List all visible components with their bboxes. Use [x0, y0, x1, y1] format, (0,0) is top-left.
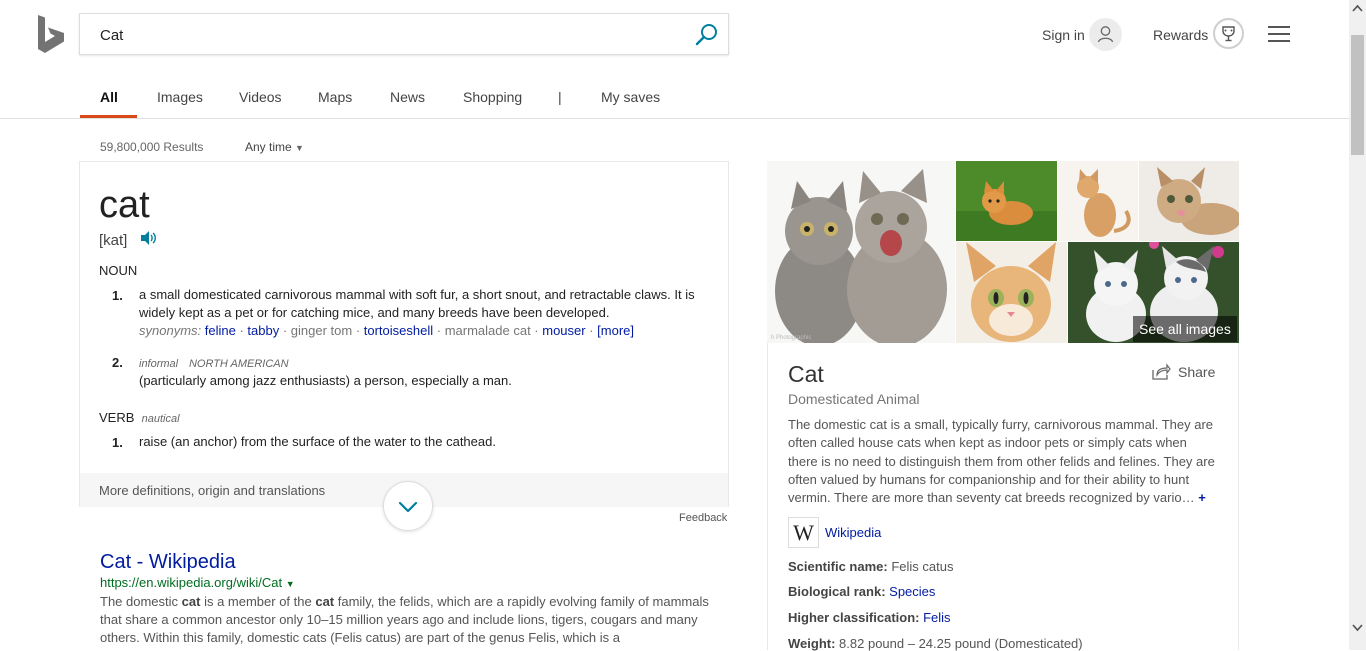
- tab-maps[interactable]: Maps: [318, 89, 352, 105]
- sign-in-link[interactable]: Sign in: [1042, 27, 1085, 43]
- snippet-text: is a member of the: [200, 594, 316, 609]
- synonym-text: marmalade cat: [444, 323, 531, 338]
- rewards-trophy-icon[interactable]: [1213, 18, 1244, 49]
- fact-value-link[interactable]: Species: [889, 584, 935, 599]
- synonym-text: ginger tom: [290, 323, 353, 338]
- time-filter-dropdown[interactable]: Any time ▼: [245, 140, 304, 154]
- scroll-up-icon[interactable]: [1352, 3, 1363, 14]
- tab-separator: |: [558, 89, 562, 105]
- definition-number: 1.: [112, 288, 123, 303]
- chevron-down-icon: [398, 501, 418, 513]
- result-snippet: The domestic cat is a member of the cat …: [100, 593, 720, 647]
- verb-label: VERB: [99, 410, 135, 425]
- verb-line: VERB nautical: [99, 410, 180, 425]
- tab-shopping[interactable]: Shopping: [463, 89, 522, 105]
- cat-image-two-kittens[interactable]: h Photographic: [767, 161, 955, 343]
- time-filter-label: Any time: [245, 140, 292, 154]
- menu-icon[interactable]: [1268, 26, 1290, 44]
- definition-number: 2.: [112, 355, 123, 370]
- wikipedia-source-link[interactable]: Wikipedia: [825, 525, 881, 540]
- synonyms-line: synonyms: feline · tabby · ginger tom · …: [139, 323, 635, 338]
- usage-labels: informal NORTH AMERICAN: [139, 354, 709, 373]
- snippet-highlight: cat: [181, 594, 201, 609]
- synonym-link[interactable]: tortoiseshell: [364, 323, 433, 338]
- dictionary-word: cat: [99, 184, 150, 226]
- synonym-link[interactable]: tabby: [247, 323, 279, 338]
- bing-logo-icon[interactable]: [38, 15, 64, 53]
- more-definitions-link[interactable]: More definitions, origin and translation…: [99, 483, 325, 498]
- scroll-down-icon[interactable]: [1352, 622, 1363, 633]
- speaker-icon[interactable]: [140, 230, 158, 246]
- synonym-link[interactable]: mouser: [542, 323, 585, 338]
- entity-description-text: The domestic cat is a small, typically f…: [788, 417, 1215, 506]
- image-watermark: h Photographic: [771, 335, 811, 341]
- header: Cat Sign in Rewards: [0, 0, 1349, 70]
- see-all-images-button[interactable]: See all images: [1133, 316, 1237, 342]
- noun-definition-2: (particularly among jazz enthusiasts) a …: [139, 373, 512, 388]
- fact-label: Scientific name:: [788, 559, 888, 574]
- snippet-text: The domestic: [100, 594, 182, 609]
- page-scrollbar[interactable]: [1349, 0, 1366, 650]
- fact-value: 8.82 pound – 24.25 pound (Domesticated): [839, 636, 1083, 651]
- dictionary-card: cat [kat] NOUN 1. a small domesticated c…: [79, 161, 729, 507]
- entity-description: The domestic cat is a small, typically f…: [788, 416, 1218, 507]
- results-count: 59,800,000 Results: [100, 140, 204, 154]
- fact-value-link[interactable]: Felis: [923, 610, 950, 625]
- result-url[interactable]: https://en.wikipedia.org/wiki/Cat ▼: [100, 575, 295, 590]
- synonym-link[interactable]: feline: [205, 323, 236, 338]
- more-synonyms-link[interactable]: [more]: [597, 323, 634, 338]
- search-input[interactable]: Cat: [100, 27, 123, 44]
- result-title-link[interactable]: Cat - Wikipedia: [100, 551, 236, 574]
- tab-images[interactable]: Images: [157, 89, 203, 105]
- usage-label: informal: [139, 358, 179, 370]
- dropdown-caret-icon: ▼: [295, 143, 304, 153]
- scrollbar-thumb[interactable]: [1351, 35, 1364, 155]
- feedback-link[interactable]: Feedback: [679, 512, 727, 524]
- fact-higher-classification: Higher classification: Felis: [788, 610, 951, 625]
- entity-card: Cat Domesticated Animal Share The domest…: [767, 343, 1239, 651]
- wikipedia-logo-icon[interactable]: W: [788, 517, 819, 548]
- expand-description-icon[interactable]: +: [1198, 490, 1206, 505]
- fact-label: Weight:: [788, 636, 836, 651]
- tab-news[interactable]: News: [390, 89, 425, 105]
- user-avatar-icon[interactable]: [1089, 18, 1122, 51]
- search-box[interactable]: Cat: [79, 13, 729, 55]
- snippet-highlight: cat: [315, 594, 335, 609]
- fact-weight: Weight: 8.82 pound – 24.25 pound (Domest…: [788, 636, 1083, 651]
- fact-scientific-name: Scientific name: Felis catus: [788, 559, 953, 574]
- share-icon[interactable]: [1151, 363, 1171, 381]
- tab-all[interactable]: All: [100, 89, 118, 105]
- fact-label: Biological rank:: [788, 584, 886, 599]
- result-url-text: https://en.wikipedia.org/wiki/Cat: [100, 575, 283, 590]
- expand-definitions-button[interactable]: [383, 481, 433, 531]
- fact-label: Higher classification:: [788, 610, 920, 625]
- fact-biological-rank: Biological rank: Species: [788, 584, 935, 599]
- rewards-link[interactable]: Rewards: [1153, 27, 1208, 43]
- cat-image-sitting-tabby[interactable]: [1058, 161, 1138, 241]
- search-nav: All Images Videos Maps News Shopping | M…: [0, 70, 1349, 119]
- url-caret-icon[interactable]: ▼: [286, 579, 295, 589]
- cat-image-kitten-grass[interactable]: [956, 161, 1057, 241]
- region-label: NORTH AMERICAN: [188, 358, 289, 370]
- fact-value: Felis catus: [891, 559, 954, 574]
- tab-my-saves[interactable]: My saves: [601, 89, 660, 105]
- definition-number: 1.: [112, 435, 123, 450]
- tab-videos[interactable]: Videos: [239, 89, 282, 105]
- verb-qualifier: nautical: [141, 413, 180, 425]
- synonyms-label: synonyms:: [139, 323, 202, 338]
- search-icon[interactable]: [694, 22, 720, 48]
- cat-image-ginger-kitten[interactable]: [956, 242, 1067, 343]
- active-tab-underline: [80, 115, 137, 118]
- entity-subtitle: Domesticated Animal: [788, 391, 920, 407]
- noun-label: NOUN: [99, 263, 138, 278]
- entity-title: Cat: [788, 361, 824, 387]
- verb-definition-1: raise (an anchor) from the surface of th…: [139, 434, 496, 449]
- cat-image-lying-kitten[interactable]: [1139, 161, 1239, 241]
- pronunciation: [kat]: [99, 232, 128, 249]
- share-button[interactable]: Share: [1178, 364, 1215, 380]
- noun-definition-1: a small domesticated carnivorous mammal …: [139, 287, 695, 320]
